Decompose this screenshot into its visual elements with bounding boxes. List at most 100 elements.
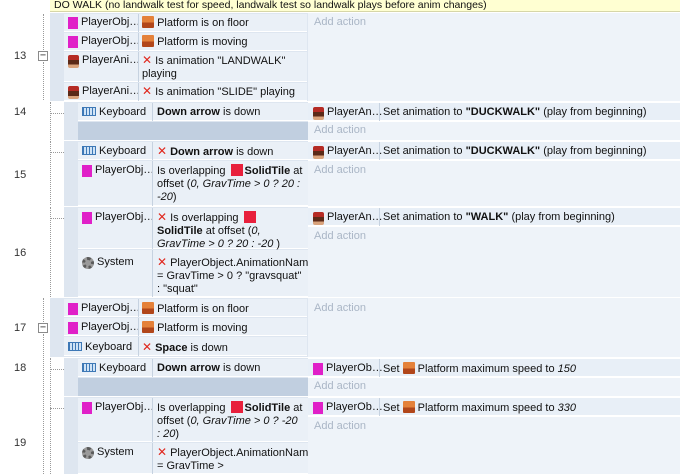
animation-name: "DUCKWALK"	[465, 145, 541, 157]
object-name: SolidTile	[244, 402, 291, 414]
condition-text-tail: )	[172, 191, 177, 203]
condition-text: is down	[219, 362, 261, 374]
system-gear-icon	[82, 257, 94, 269]
condition-text: PlayerObject.AnimationName = GravTime >	[157, 447, 315, 472]
condition-object: Keyboard	[99, 145, 147, 157]
add-action-link[interactable]: Add action	[314, 16, 366, 28]
action-object: PlayerOb…	[326, 401, 383, 413]
condition-object: Keyboard	[85, 341, 133, 353]
animation-name: "WALK"	[465, 211, 509, 223]
condition-object: Keyboard	[99, 362, 147, 374]
condition-text: Platform is on floor	[157, 303, 249, 315]
condition-text-tail: )	[273, 238, 281, 250]
speed-value: 150	[557, 363, 576, 375]
invert-x-icon: ✕	[157, 445, 168, 459]
player-object-icon	[82, 402, 92, 414]
system-gear-icon	[82, 447, 94, 459]
action-text-tail: (play from beginning)	[540, 106, 647, 118]
event-number: 15	[14, 169, 27, 181]
condition-text: Is animation "LANDWALK" playing	[142, 55, 286, 80]
platform-behavior-icon	[142, 16, 154, 28]
add-action-link[interactable]: Add action	[314, 230, 366, 242]
platform-behavior-icon	[402, 362, 415, 374]
action-object: PlayerAn…	[327, 211, 383, 223]
condition-object: PlayerObj…	[81, 35, 141, 47]
key-name: Space	[155, 342, 188, 354]
add-action-link[interactable]: Add action	[314, 302, 366, 314]
condition-object: PlayerObj…	[95, 164, 152, 176]
condition-text: is down	[187, 342, 228, 354]
action-text: Set animation to	[383, 145, 466, 157]
invert-x-icon: ✕	[157, 255, 168, 269]
empty-condition-area[interactable]	[78, 378, 308, 396]
key-name: Down arrow	[157, 362, 220, 374]
solidtile-icon	[243, 211, 256, 223]
sprite-animation-icon	[313, 107, 324, 120]
action-text: Set animation to	[383, 106, 466, 118]
condition-text: is down	[219, 106, 261, 118]
invert-x-icon: ✕	[142, 53, 153, 67]
event-number: 17	[14, 322, 27, 334]
animation-name: "DUCKWALK"	[465, 106, 541, 118]
event-number: 16	[14, 247, 27, 259]
action-object: PlayerAn…	[327, 106, 383, 118]
event-number: 14	[14, 106, 27, 118]
sprite-animation-icon	[68, 86, 79, 99]
sprite-animation-icon	[313, 146, 324, 159]
event-number: 13	[14, 50, 27, 62]
condition-object: System	[97, 446, 134, 458]
key-name: Down arrow	[157, 106, 220, 118]
player-object-icon	[68, 322, 78, 334]
action-object: PlayerAn…	[327, 145, 383, 157]
condition-text: Is animation "SLIDE" playing	[155, 86, 295, 98]
invert-x-icon: ✕	[157, 144, 168, 158]
condition-text-mid: at offset (	[202, 225, 252, 237]
player-object-icon	[313, 402, 323, 414]
object-name: SolidTile	[157, 225, 203, 237]
action-text: Set	[383, 363, 403, 375]
condition-object: PlayerObj…	[81, 321, 141, 333]
condition-text: is down	[233, 146, 274, 158]
player-object-icon	[82, 212, 92, 224]
event-number: 18	[14, 362, 27, 374]
empty-condition-area[interactable]	[78, 122, 308, 140]
event-number: 19	[14, 437, 27, 449]
speed-value: 330	[557, 402, 576, 414]
condition-object: PlayerAni…	[82, 85, 138, 97]
action-text: Set animation to	[383, 211, 466, 223]
action-object: PlayerOb…	[326, 362, 383, 374]
add-action-link[interactable]: Add action	[314, 420, 366, 432]
condition-text: Platform is moving	[157, 36, 248, 48]
keyboard-icon	[82, 363, 96, 372]
condition-object: System	[97, 256, 134, 268]
player-object-icon	[68, 36, 78, 48]
platform-behavior-icon	[402, 401, 415, 413]
player-object-icon	[68, 303, 78, 315]
condition-object: Keyboard	[99, 106, 147, 118]
collapse-toggle[interactable]: −	[38, 51, 48, 61]
condition-text: Is overlapping	[170, 212, 242, 224]
condition-object: PlayerAni…	[82, 54, 138, 66]
event-comment[interactable]: DO WALK (no landwalk test for speed, lan…	[50, 0, 680, 12]
line-number-gutter	[0, 0, 36, 474]
platform-behavior-icon	[142, 35, 154, 47]
platform-behavior-icon	[142, 321, 154, 333]
condition-text-tail: )	[175, 428, 180, 440]
invert-x-icon: ✕	[142, 340, 153, 354]
collapse-toggle[interactable]: −	[38, 323, 48, 333]
key-name: Down arrow	[170, 146, 234, 158]
invert-x-icon: ✕	[142, 84, 153, 98]
action-text-tail: (play from beginning)	[540, 145, 647, 157]
condition-object: PlayerObj…	[95, 401, 152, 413]
condition-text: Is overlapping	[157, 165, 229, 177]
add-action-link[interactable]: Add action	[314, 164, 366, 176]
solidtile-icon	[230, 164, 243, 176]
add-action-link[interactable]: Add action	[314, 124, 366, 136]
platform-behavior-icon	[142, 302, 154, 314]
sprite-animation-icon	[68, 55, 79, 68]
add-action-link[interactable]: Add action	[314, 380, 366, 392]
player-object-icon	[68, 17, 78, 29]
condition-text: Platform is on floor	[157, 17, 249, 29]
solidtile-icon	[230, 401, 243, 413]
condition-object: PlayerObj…	[81, 302, 141, 314]
